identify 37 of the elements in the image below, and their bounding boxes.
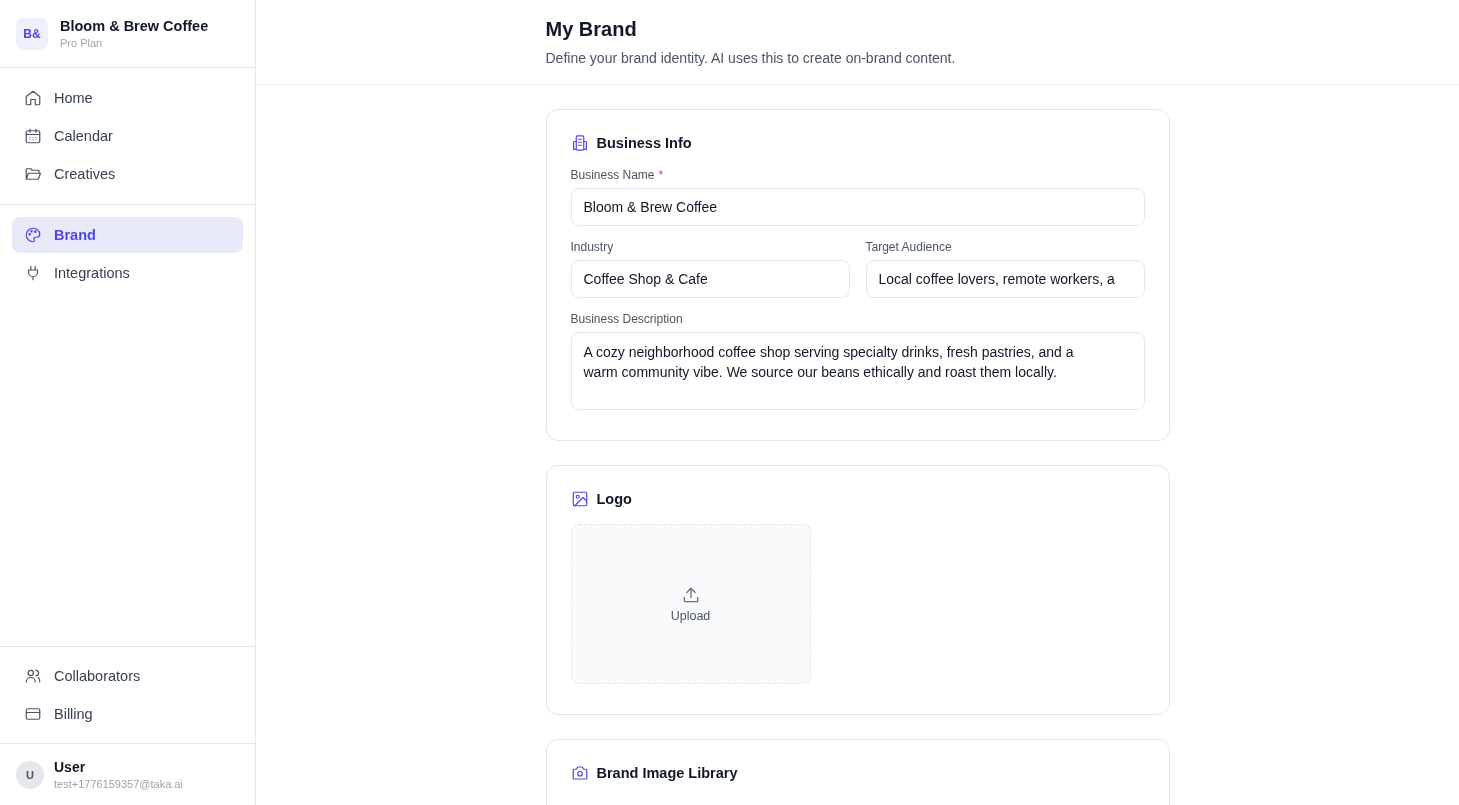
user-avatar[interactable]: U xyxy=(16,760,44,789)
user-email: test+1776159357@taka.ai xyxy=(54,778,183,790)
user-name: User xyxy=(54,759,87,775)
field-label: Industry xyxy=(570,240,614,254)
field-label: Target Audience xyxy=(865,240,952,254)
calendar-icon xyxy=(24,127,42,145)
camera-icon xyxy=(570,764,589,782)
nav-item[interactable]: Brand xyxy=(12,217,243,253)
nav-item[interactable]: Billing xyxy=(12,696,243,732)
page-subtitle: Define your brand identity. AI uses this to create on-brand content. xyxy=(545,50,957,66)
field-label: Business Description xyxy=(570,312,683,326)
page-title: My Brand xyxy=(545,18,638,41)
input-field[interactable]: Local coffee lovers, remote workers, a xyxy=(865,260,1145,298)
text-area[interactable]: A cozy neighborhood coffee shop serving specialty drinks, fresh pastries, and a warm community vibe. We source our beans ethically and roast them locally. xyxy=(570,332,1145,410)
workspace-name: Bloom & Brew Coffee xyxy=(60,18,209,34)
card-title: Brand Image Library xyxy=(596,765,738,781)
nav-item[interactable]: Home xyxy=(12,80,243,116)
building-icon xyxy=(570,134,589,152)
field-label: Business Name xyxy=(570,168,655,182)
input-field[interactable]: Bloom & Brew Coffee xyxy=(570,188,1145,226)
nav-item[interactable]: Calendar xyxy=(12,118,243,154)
card-title: Business Info xyxy=(596,135,692,151)
credit-card-icon xyxy=(24,705,42,723)
required-marker: * xyxy=(658,168,664,182)
input-field[interactable]: Coffee Shop & Cafe xyxy=(570,260,850,298)
upload-dropzone[interactable]: Upload xyxy=(570,524,811,684)
image-icon xyxy=(570,490,589,508)
home-icon xyxy=(24,89,42,107)
palette-icon xyxy=(24,226,42,244)
nav-item[interactable]: Collaborators xyxy=(12,658,243,694)
nav-item[interactable]: Integrations xyxy=(12,255,243,291)
nav-item[interactable]: Creatives xyxy=(12,156,243,192)
users-icon xyxy=(24,667,42,685)
workspace-logo: B& xyxy=(16,17,48,50)
folder-icon xyxy=(24,165,42,183)
plan-label: Pro Plan xyxy=(60,37,104,49)
card-title: Logo xyxy=(596,491,632,507)
